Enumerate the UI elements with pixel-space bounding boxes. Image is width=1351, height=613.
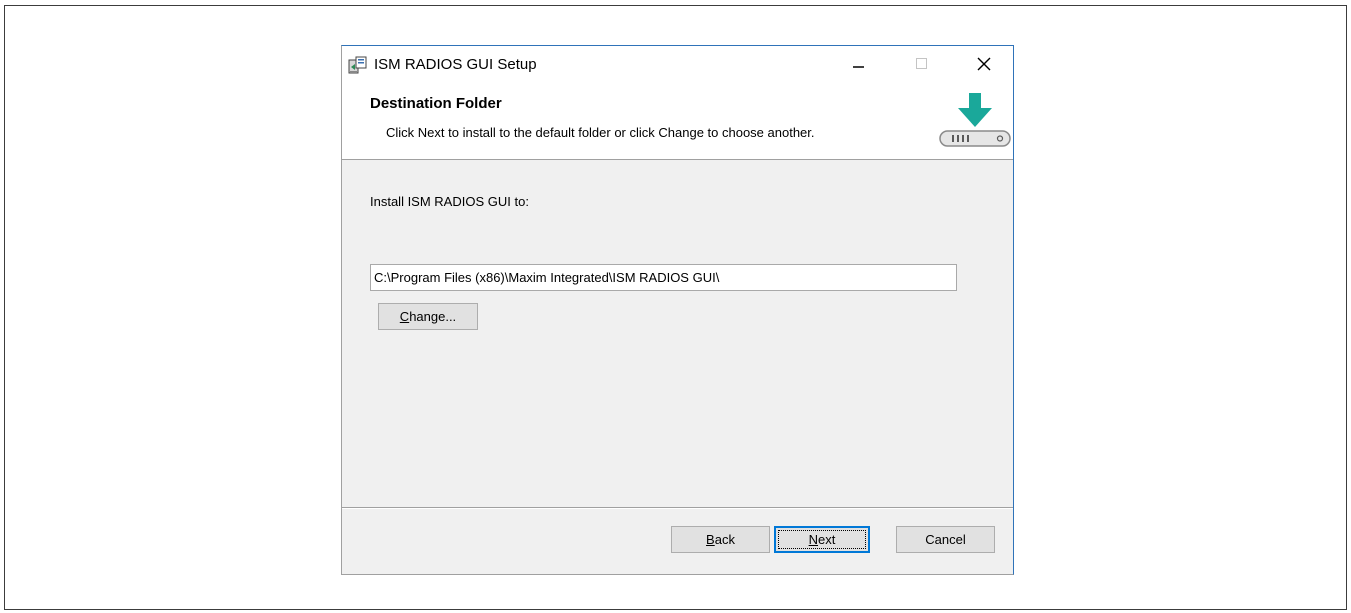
- minimize-button[interactable]: [835, 46, 881, 83]
- page-header: Destination Folder Click Next to install…: [342, 83, 1013, 160]
- footer-divider: [342, 507, 1013, 509]
- close-button[interactable]: [961, 46, 1007, 83]
- setup-dialog: ISM RADIOS GUI Setup Destination Folder …: [341, 45, 1014, 575]
- title-bar[interactable]: ISM RADIOS GUI Setup: [342, 46, 1013, 83]
- back-button-mnemonic: B: [706, 532, 715, 547]
- minimize-icon: [853, 66, 864, 68]
- change-button-label: hange...: [409, 309, 457, 324]
- download-drive-icon: [936, 91, 1012, 153]
- back-button[interactable]: Back: [671, 526, 770, 553]
- content-area: Install ISM RADIOS GUI to: Change...: [342, 160, 1013, 507]
- maximize-icon: [916, 58, 927, 69]
- installer-app-icon: [348, 55, 368, 75]
- change-button-mnemonic: C: [399, 309, 410, 324]
- change-button[interactable]: Change...: [378, 303, 478, 330]
- maximize-button[interactable]: [899, 46, 945, 83]
- back-button-label: ack: [714, 532, 735, 547]
- page-title: Destination Folder: [370, 95, 502, 112]
- install-location-label: Install ISM RADIOS GUI to:: [370, 194, 529, 209]
- next-button-mnemonic: N: [808, 532, 819, 547]
- page-description: Click Next to install to the default fol…: [386, 125, 815, 140]
- cancel-button[interactable]: Cancel: [896, 526, 995, 553]
- next-button[interactable]: Next: [774, 526, 870, 553]
- close-icon: [977, 57, 991, 71]
- next-button-label: ext: [818, 532, 836, 547]
- window-title: ISM RADIOS GUI Setup: [374, 56, 537, 73]
- install-path-field[interactable]: [370, 264, 957, 291]
